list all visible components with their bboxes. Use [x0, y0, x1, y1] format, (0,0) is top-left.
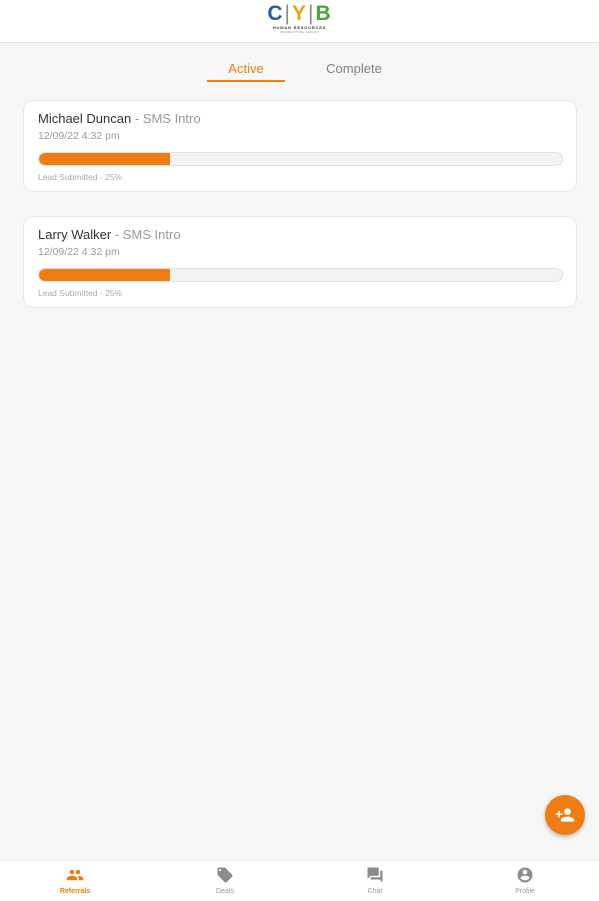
- nav-label-profile: Profile: [515, 888, 535, 895]
- referral-name: Larry Walker: [38, 227, 112, 242]
- referral-name: Michael Duncan: [38, 111, 132, 126]
- add-referral-button[interactable]: [545, 795, 585, 835]
- app-header: C|Y|B HUMAN RESOURCES CONSULTING GROUP: [0, 0, 599, 43]
- referral-date: 12/09/22 4:32 pm: [38, 130, 120, 142]
- logo-tagline: CONSULTING GROUP: [279, 30, 320, 34]
- nav-label-chat: Chat: [367, 888, 383, 895]
- tag-icon: [217, 867, 233, 883]
- logo-letter-b: B: [315, 2, 332, 25]
- progress-fill: [39, 153, 170, 165]
- progress-bar: [38, 268, 563, 282]
- nav-label-referrals: Referrals: [59, 888, 91, 895]
- referral-status: Lead Submitted - 25%: [38, 172, 123, 182]
- title-separator: -: [131, 111, 143, 126]
- nav-item-referrals[interactable]: Referrals: [15, 861, 135, 901]
- referral-title: Michael Duncan - SMS Intro: [38, 111, 201, 127]
- account-circle-icon: [517, 867, 533, 883]
- logo-separator: |: [284, 2, 291, 25]
- referral-card[interactable]: Michael Duncan - SMS Intro 12/09/22 4:32…: [23, 100, 577, 192]
- referral-card[interactable]: Larry Walker - SMS Intro 12/09/22 4:32 p…: [23, 216, 577, 308]
- nav-label-deals: Deals: [216, 888, 234, 895]
- chat-icon: [367, 867, 383, 883]
- nav-item-deals[interactable]: Deals: [165, 861, 285, 901]
- status-tabs: Active Complete: [0, 60, 599, 82]
- referral-title: Larry Walker - SMS Intro: [38, 227, 181, 243]
- logo-letter-y: Y: [291, 2, 307, 25]
- tab-complete[interactable]: Complete: [316, 60, 392, 80]
- referral-date: 12/09/22 4:32 pm: [38, 246, 120, 258]
- progress-fill: [39, 269, 170, 281]
- logo-letter-c: C: [267, 2, 284, 25]
- nav-item-profile[interactable]: Profile: [465, 861, 585, 901]
- nav-item-chat[interactable]: Chat: [315, 861, 435, 901]
- people-icon: [66, 869, 84, 881]
- referral-status: Lead Submitted - 25%: [38, 288, 123, 298]
- company-logo: C|Y|B HUMAN RESOURCES CONSULTING GROUP: [0, 2, 599, 35]
- bottom-navigation: Referrals Deals Chat Profile: [0, 860, 599, 901]
- referral-source: SMS Intro: [122, 227, 181, 242]
- add-person-icon: [555, 808, 575, 822]
- tab-active[interactable]: Active: [207, 60, 285, 82]
- title-separator: -: [111, 227, 123, 242]
- referral-source: SMS Intro: [142, 111, 201, 126]
- progress-bar: [38, 152, 563, 166]
